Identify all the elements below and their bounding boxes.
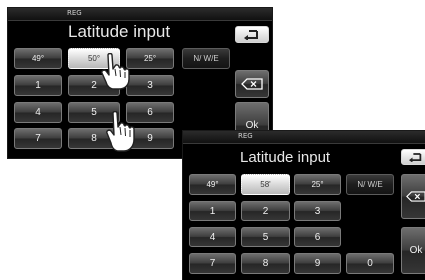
header-bar: REG — [183, 131, 425, 144]
delete-icon — [241, 78, 263, 90]
front-screen: REG Latitude input 49° 58' 25° N/ W/E 1 … — [183, 131, 425, 280]
header-bar: REG — [8, 8, 272, 21]
pointing-hand-icon — [101, 53, 130, 90]
degree-key-1[interactable]: 49° — [189, 174, 236, 195]
delete-icon — [406, 191, 425, 202]
direction-key[interactable]: N/ W/E — [182, 48, 230, 69]
ok-button[interactable]: Ok — [401, 227, 425, 274]
pointing-hand-icon — [106, 111, 135, 152]
page-title: Latitude input — [240, 149, 331, 166]
key-1[interactable]: 1 — [189, 201, 236, 221]
key-7[interactable]: 7 — [189, 253, 236, 274]
back-arrow-icon — [244, 30, 258, 40]
degree-key-1[interactable]: 49° — [14, 48, 62, 69]
key-9[interactable]: 9 — [294, 253, 341, 274]
direction-key[interactable]: N/ W/E — [346, 174, 394, 195]
key-0[interactable]: 0 — [346, 253, 394, 274]
delete-button[interactable] — [235, 70, 269, 98]
key-3[interactable]: 3 — [294, 201, 341, 221]
key-4[interactable]: 4 — [189, 227, 236, 247]
key-1[interactable]: 1 — [14, 75, 62, 96]
degree-key-3[interactable]: 25° — [294, 174, 341, 195]
back-arrow-icon — [409, 153, 422, 162]
reg-label: REG — [238, 132, 253, 140]
reg-label: REG — [67, 9, 82, 17]
delete-button[interactable] — [401, 174, 425, 219]
key-7[interactable]: 7 — [14, 128, 62, 149]
key-5[interactable]: 5 — [241, 227, 290, 247]
back-button[interactable] — [401, 149, 425, 165]
degree-key-2[interactable]: 58' — [241, 174, 290, 195]
back-button[interactable] — [235, 26, 269, 43]
page-title: Latitude input — [68, 22, 171, 41]
key-4[interactable]: 4 — [14, 102, 62, 123]
key-2[interactable]: 2 — [241, 201, 290, 221]
key-6[interactable]: 6 — [294, 227, 341, 247]
key-8[interactable]: 8 — [241, 253, 290, 274]
